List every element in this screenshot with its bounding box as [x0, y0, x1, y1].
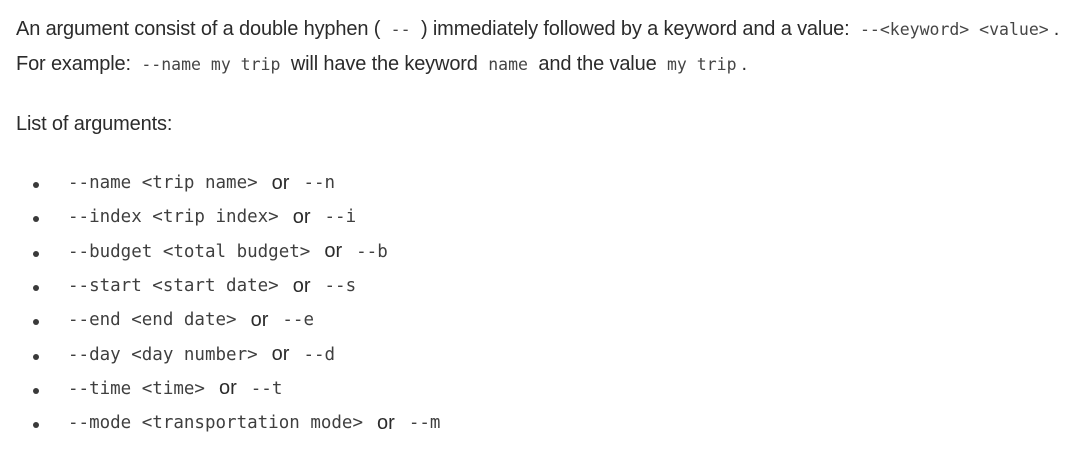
bullet-icon — [33, 387, 39, 394]
argument-short-form: --d — [303, 344, 336, 365]
code-argument-format: --<keyword> <value> — [859, 20, 1049, 39]
bullet-icon — [33, 353, 39, 360]
code-value-example: my trip — [666, 55, 737, 74]
bullet-icon — [33, 216, 39, 223]
list-item: --name <trip name> or --n — [16, 166, 440, 200]
argument-short-form: --b — [356, 241, 388, 262]
argument-short-form: --n — [303, 173, 336, 194]
list-item: --time <time> or --t — [16, 372, 440, 406]
bullet-icon — [33, 182, 39, 189]
or-separator: or — [292, 205, 311, 228]
argument-short-form: --t — [250, 378, 283, 399]
code-example: --name my trip — [141, 55, 281, 74]
intro-text: . — [741, 53, 748, 75]
list-item: --budget <total budget> or --b — [16, 235, 440, 269]
list-item: --day <day number> or --d — [16, 337, 440, 371]
argument-short-form: --s — [324, 276, 357, 297]
bullet-icon — [33, 250, 39, 257]
argument-long-form: --budget <total budget> — [68, 241, 311, 262]
or-separator: or — [218, 377, 237, 400]
list-item: --index <trip index> or --i — [16, 200, 440, 234]
list-item: --end <end date> or --e — [16, 303, 440, 337]
list-item: --mode <transportation mode> or --m — [16, 406, 440, 440]
or-separator: or — [271, 343, 290, 366]
code-keyword-example: name — [488, 55, 528, 74]
or-separator: or — [377, 411, 395, 434]
or-separator: or — [324, 240, 343, 263]
or-separator: or — [271, 171, 290, 194]
argument-short-form: --m — [408, 413, 441, 434]
argument-long-form: --start <start date> — [68, 276, 279, 297]
code-double-hyphen: -- — [390, 20, 411, 39]
arguments-list-heading: List of arguments: — [16, 113, 173, 135]
argument-long-form: --index <trip index> — [68, 207, 279, 228]
argument-long-form: --name <trip name> — [68, 173, 258, 194]
argument-long-form: --mode <transportation mode> — [68, 413, 364, 434]
intro-text: and the value — [538, 53, 657, 75]
intro-text: An argument consist of a double hyphen ( — [16, 18, 381, 40]
arguments-list: --name <trip name> or --n --index <trip in… — [16, 166, 440, 440]
argument-short-form: --e — [282, 310, 314, 331]
list-item: --start <start date> or --s — [16, 269, 440, 303]
intro-text: ) immediately followed by a keyword and … — [420, 18, 850, 40]
argument-short-form: --i — [324, 207, 357, 228]
or-separator: or — [250, 308, 269, 331]
bullet-icon — [33, 285, 39, 292]
bullet-icon — [33, 319, 39, 326]
intro-text: will have the keyword — [290, 53, 478, 75]
or-separator: or — [292, 274, 311, 297]
argument-long-form: --time <time> — [68, 378, 205, 399]
argument-long-form: --end <end date> — [68, 310, 237, 331]
document-body: An argument consist of a double hyphen (… — [16, 0, 1064, 434]
intro-paragraph: An argument consist of a double hyphen (… — [16, 0, 1064, 82]
bullet-icon — [33, 422, 39, 429]
argument-long-form: --day <day number> — [68, 344, 258, 365]
